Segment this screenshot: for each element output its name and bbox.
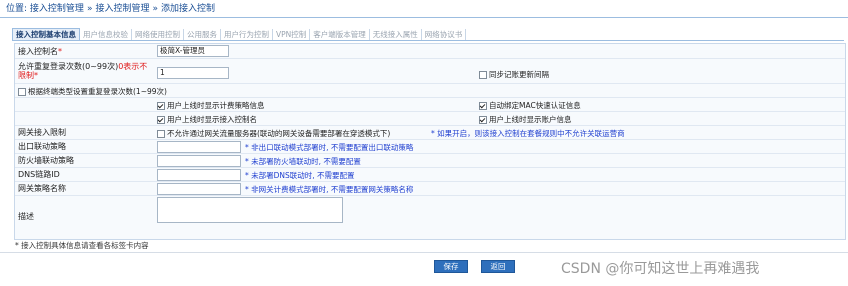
gateway-limit-hint: * 如果开启，则该接入控制在套餐规则中不允许关联运营商 (431, 129, 625, 138)
form-row-options-1: 用户上线时显示计费策略信息 自动绑定MAC快速认证信息 (15, 98, 845, 112)
watermark: CSDN @你可知这世上再难遇我 (561, 261, 760, 277)
tab-network-usage[interactable]: 网络使用控制 (132, 29, 184, 40)
repeat-login-input[interactable]: 1 (157, 67, 229, 79)
form-row-terminal-type: 根据终端类型设置重复登录次数(1~99次) (15, 84, 845, 98)
checkbox-box[interactable] (157, 129, 165, 138)
breadcrumb-separator: » (86, 4, 93, 14)
form-row-name: 接入控制名* 极简X-管理员 (15, 44, 845, 59)
tab-client-version[interactable]: 客户端版本管理 (310, 29, 370, 40)
checkbox-box[interactable] (157, 101, 165, 110)
checkbox-box[interactable] (479, 101, 487, 110)
option-show-control-name[interactable]: 用户上线时显示接入控制名 (157, 114, 257, 125)
tab-public-service[interactable]: 公用服务 (184, 29, 221, 40)
dns-input[interactable] (157, 169, 241, 181)
form-row-outlet: 出口联动策略 * 非出口联动模式部署时, 不需要配置出口联动策略 (15, 140, 845, 154)
gateway-limit-checkbox[interactable]: 不允许通过网关流量服务器(联动的网关设备需要部署在穿透模式下) (157, 128, 390, 139)
breadcrumb-prefix: 位置: (6, 4, 28, 14)
breadcrumb: 位置: 接入控制管理» 接入控制管理» 添加接入控制 (6, 3, 215, 16)
gateway-policy-hint: * 非网关计费模式部署时, 不需要配置网关策略名称 (245, 185, 414, 194)
form-row-gateway-policy: 网关策略名称 * 非网关计费模式部署时, 不需要配置网关策略名称 (15, 182, 845, 196)
name-input[interactable]: 极简X-管理员 (157, 45, 229, 57)
gateway-policy-input[interactable] (157, 183, 241, 195)
back-button[interactable]: 返回 (481, 260, 515, 273)
breadcrumb-item-access-control[interactable]: 接入控制管理 (30, 4, 84, 14)
repeat-login-label: 允许重复登录次数(0~99次)0表示不限制* (18, 62, 148, 80)
form-row-description: 描述 (15, 196, 845, 238)
tab-basic-info[interactable]: 接入控制基本信息 (12, 28, 80, 40)
divider (0, 252, 848, 253)
form-row-options-2: 用户上线时显示接入控制名 用户上线时显示账户信息 (15, 112, 845, 126)
firewall-label: 防火墙联动策略 (18, 156, 74, 165)
checkbox-box[interactable] (18, 87, 26, 96)
save-button[interactable]: 保存 (434, 260, 468, 273)
outlet-label: 出口联动策略 (18, 142, 66, 151)
breadcrumb-item-current: 添加接入控制 (160, 4, 215, 14)
tab-user-behavior[interactable]: 用户行为控制 (221, 29, 273, 40)
tab-divider (12, 40, 844, 41)
form-row-gateway-limit: 网关接入限制 不允许通过网关流量服务器(联动的网关设备需要部署在穿透模式下) *… (15, 126, 845, 140)
sync-checkbox[interactable]: 同步记账更新间隔 (479, 69, 549, 80)
terminal-type-checkbox[interactable]: 根据终端类型设置重复登录次数(1~99次) (18, 86, 167, 97)
access-control-form: 接入控制名* 极简X-管理员 允许重复登录次数(0~99次)0表示不限制* 1 … (14, 43, 846, 240)
divider (0, 17, 848, 18)
checkbox-box[interactable] (157, 115, 165, 124)
form-row-dns: DNS链路ID * 未部署DNS联动时, 不需要配置 (15, 168, 845, 182)
dns-hint: * 未部署DNS联动时, 不需要配置 (245, 171, 355, 180)
name-label: 接入控制名* (18, 47, 62, 56)
tab-network-protocol[interactable]: 网络协议书 (422, 29, 467, 40)
gateway-limit-label: 网关接入限制 (18, 128, 66, 137)
footnote: * 接入控制具体信息请查看各标签卡内容 (15, 241, 149, 250)
outlet-input[interactable] (157, 141, 241, 153)
dns-label: DNS链路ID (18, 170, 60, 179)
checkbox-box[interactable] (479, 115, 487, 124)
breadcrumb-separator: » (152, 4, 158, 14)
firewall-input[interactable] (157, 155, 241, 167)
breadcrumb-item-access-control-manage[interactable]: 接入控制管理 (95, 4, 149, 14)
form-row-repeat-login: 允许重复登录次数(0~99次)0表示不限制* 1 同步记账更新间隔 (15, 59, 845, 84)
option-show-billing[interactable]: 用户上线时显示计费策略信息 (157, 100, 265, 111)
description-label: 描述 (18, 212, 34, 221)
option-auto-bind-mac[interactable]: 自动绑定MAC快速认证信息 (479, 100, 581, 111)
tab-user-verify[interactable]: 用户信息校验 (80, 29, 132, 40)
outlet-hint: * 非出口联动模式部署时, 不需要配置出口联动策略 (245, 143, 414, 152)
gateway-policy-label: 网关策略名称 (18, 184, 66, 193)
description-textarea[interactable] (157, 197, 343, 223)
tab-vpn[interactable]: VPN控制 (273, 29, 311, 40)
form-row-firewall: 防火墙联动策略 * 未部署防火墙联动时, 不需要配置 (15, 154, 845, 168)
option-show-account[interactable]: 用户上线时显示账户信息 (479, 114, 572, 125)
tab-bar: 接入控制基本信息 用户信息校验 网络使用控制 公用服务 用户行为控制 VPN控制… (12, 28, 467, 40)
checkbox-box[interactable] (479, 70, 487, 79)
tab-wireless[interactable]: 无线接入属性 (370, 29, 422, 40)
firewall-hint: * 未部署防火墙联动时, 不需要配置 (245, 157, 361, 166)
